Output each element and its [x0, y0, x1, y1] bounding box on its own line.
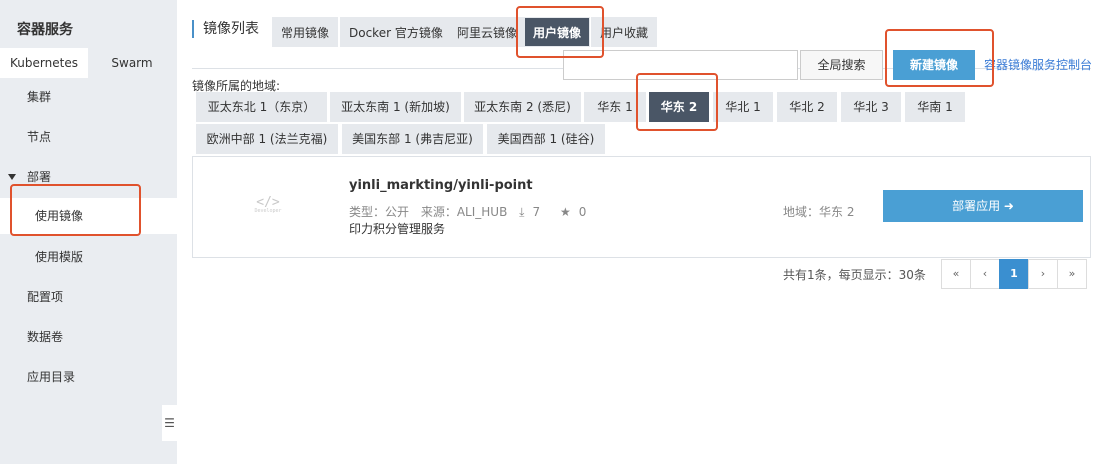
sidebar-item-label: 配置项 [27, 290, 64, 304]
region-button[interactable]: 华南 1 [905, 92, 965, 122]
region-button-active[interactable]: 华东 2 [649, 92, 709, 122]
new-image-button[interactable]: 新建镜像 [893, 50, 975, 80]
sidebar-item-deploy[interactable]: 部署 [0, 159, 177, 195]
star-icon: ★ [559, 205, 571, 219]
search-input[interactable] [563, 50, 798, 80]
sidebar-item-clusters[interactable]: 集群 [0, 79, 177, 115]
sidebar-title: 容器服务 [17, 22, 73, 38]
tab-kubernetes[interactable]: Kubernetes [0, 48, 88, 78]
sidebar-item-label: 数据卷 [27, 330, 64, 344]
sidebar-item-label: 节点 [27, 130, 52, 144]
tab-common-images[interactable]: 常用镜像 [272, 17, 339, 47]
region-button[interactable]: 华东 1 [584, 92, 646, 122]
star-count-value: 0 [578, 205, 587, 219]
sidebar-item-label: 使用模版 [35, 250, 84, 264]
next-page-button[interactable]: › [1028, 259, 1058, 289]
region-button[interactable]: 美国西部 1 (硅谷) [487, 124, 605, 154]
image-type: 类型：公开 [349, 205, 410, 219]
tab-swarm[interactable]: Swarm [88, 48, 176, 78]
sidebar-item-use-template[interactable]: 使用模版 [0, 239, 177, 275]
download-count: ⤓ 7 [519, 205, 548, 219]
prev-page-button[interactable]: ‹ [970, 259, 1000, 289]
sidebar-item-volumes[interactable]: 数据卷 [0, 319, 177, 355]
deploy-app-button[interactable]: 部署应用 ➜ [883, 190, 1083, 222]
sidebar-item-nodes[interactable]: 节点 [0, 119, 177, 155]
developer-icon: </> Developer [253, 195, 283, 221]
tab-user-images[interactable]: 用户镜像 [524, 17, 591, 47]
region-button[interactable]: 欧洲中部 1 (法兰克福) [196, 124, 338, 154]
pagination: « ‹ 1 › » [941, 259, 1087, 289]
sidebar-item-app-catalog[interactable]: 应用目录 [0, 359, 177, 395]
sidebar: 容器服务 Kubernetes Swarm 集群 节点 部署 使用镜像 使用模版… [0, 0, 177, 464]
first-page-button[interactable]: « [941, 259, 971, 289]
page-1-button[interactable]: 1 [999, 259, 1029, 289]
sidebar-item-label: 部署 [27, 170, 52, 184]
tab-user-favorites[interactable]: 用户收藏 [591, 17, 658, 47]
region-button[interactable]: 华北 1 [713, 92, 773, 122]
image-meta: 类型：公开 来源：ALI_HUB ⤓ 7 ★ 0 [349, 203, 602, 220]
image-region: 地域：华东 2 [783, 205, 855, 219]
region-button[interactable]: 华北 2 [777, 92, 837, 122]
pagination-summary: 共有1条，每页显示：30条 [783, 268, 926, 282]
sidebar-item-label: 使用镜像 [35, 209, 84, 223]
caret-down-icon [8, 174, 16, 180]
region-button[interactable]: 美国东部 1 (弗吉尼亚) [342, 124, 483, 154]
download-count-value: 7 [532, 205, 541, 219]
region-button[interactable]: 亚太东南 2 (悉尼) [464, 92, 581, 122]
tab-docker-official[interactable]: Docker 官方镜像 [340, 17, 452, 47]
page-title: 镜像列表 [192, 20, 259, 38]
collapse-sidebar-icon[interactable]: ☰ [162, 405, 177, 441]
sidebar-item-label: 集群 [27, 90, 52, 104]
developer-icon-caption: Developer [254, 208, 282, 214]
sidebar-item-config[interactable]: 配置项 [0, 279, 177, 315]
registry-console-link[interactable]: 容器镜像服务控制台 [984, 56, 1092, 73]
sidebar-item-label: 应用目录 [27, 370, 76, 384]
image-source: 来源：ALI_HUB [420, 205, 508, 219]
image-description: 印力积分管理服务 [349, 222, 446, 236]
image-name[interactable]: yinli_markting/yinli-point [349, 178, 533, 193]
last-page-button[interactable]: » [1057, 259, 1087, 289]
tab-aliyun-images[interactable]: 阿里云镜像 [448, 17, 527, 47]
region-button[interactable]: 亚太东南 1 (新加坡) [330, 92, 461, 122]
orchestrator-tabs: Kubernetes Swarm [0, 48, 177, 78]
region-button[interactable]: 华北 3 [841, 92, 901, 122]
download-icon: ⤓ [519, 205, 525, 219]
sidebar-item-use-image[interactable]: 使用镜像 [0, 198, 177, 234]
region-button[interactable]: 亚太东北 1（东京） [196, 92, 327, 122]
star-count: ★ 0 [560, 205, 594, 219]
global-search-button[interactable]: 全局搜索 [800, 50, 883, 80]
